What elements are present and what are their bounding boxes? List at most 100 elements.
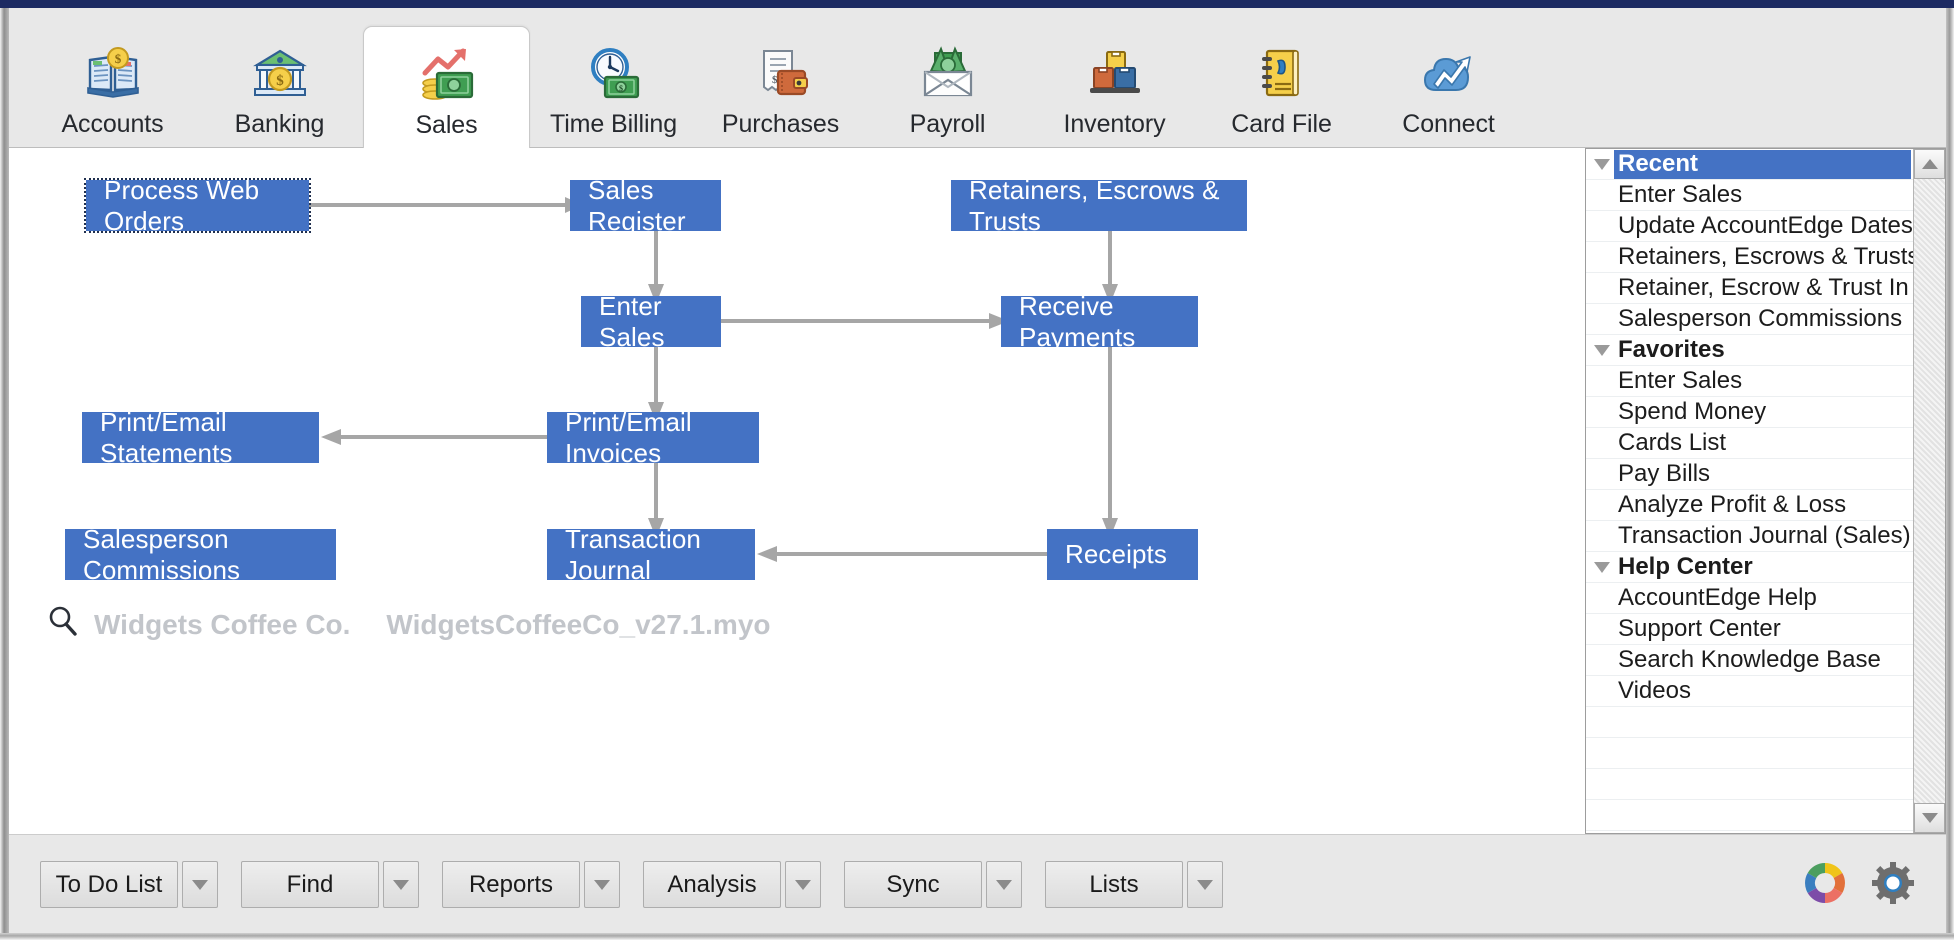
tab-payroll[interactable]: Payroll [864,26,1031,148]
disclosure-triangle-icon[interactable] [1590,149,1614,180]
flow-node-label: Print/Email Statements [100,406,233,468]
scroll-down-arrow-icon[interactable] [1914,803,1945,833]
find-button[interactable]: Find [241,861,379,908]
flow-node-process-web-orders[interactable]: Process Web Orders [84,175,311,236]
tab-accounts[interactable]: $ Accounts [29,26,196,148]
side-list-item[interactable]: Retainer, Escrow & Trust In [1586,273,1913,304]
side-panel-scrollbar[interactable] [1913,149,1945,833]
side-list-item[interactable]: Update AccountEdge Dates [1586,211,1913,242]
arrow-receipts-to-transaction-journal [755,544,1051,564]
analysis-button[interactable]: Analysis [643,861,781,908]
side-list-item-label: Videos [1618,677,1691,704]
side-group-recent[interactable]: Recent [1586,149,1913,180]
svg-text:$: $ [114,51,121,66]
side-group-label: Help Center [1618,553,1753,580]
side-list-item-label: AccountEdge Help [1618,584,1817,611]
side-list-item[interactable]: Retainers, Escrows & Trusts [1586,242,1913,273]
boxes-icon [1084,42,1146,104]
cloud-arrow-icon [1418,42,1480,104]
side-list-item-label: Update AccountEdge Dates [1618,212,1913,239]
side-list-item[interactable]: Salesperson Commissions [1586,304,1913,335]
flow-node-receipts[interactable]: Receipts [1047,529,1198,580]
side-list-item-label: Analyze Profit & Loss [1618,491,1847,518]
side-list-empty-row [1586,800,1913,831]
button-label: Sync [886,870,940,898]
sync-dropdown-arrow-icon[interactable] [986,861,1022,908]
side-list-empty-row [1586,831,1913,833]
tab-time-billing[interactable]: $ Time Billing [530,26,697,148]
svg-text:$: $ [276,73,284,89]
flow-node-print-email-invoices[interactable]: Print/Email Invoices [547,407,759,468]
side-list-item[interactable]: Analyze Profit & Loss [1586,490,1913,521]
clock-money-icon: $ [583,42,645,104]
button-label: Lists [1089,870,1139,898]
disclosure-triangle-icon[interactable] [1590,335,1614,366]
sync-button[interactable]: Sync [844,861,982,908]
recent-favorites-help-panel: Recent Enter Sales Update AccountEdge Date… [1585,148,1946,834]
side-list-item-label: Retainer, Escrow & Trust In [1618,274,1909,301]
analysis-button-group: Analysis [643,861,821,908]
side-list-item-label: Enter Sales [1618,367,1743,394]
gear-settings-icon[interactable] [1870,860,1916,911]
flow-node-print-email-statements[interactable]: Print/Email Statements [82,407,319,468]
analysis-dropdown-arrow-icon[interactable] [785,861,821,908]
tab-label: Accounts [61,110,164,138]
color-wheel-icon[interactable] [1802,860,1848,911]
button-label: To Do List [55,870,163,898]
tab-sales[interactable]: Sales [363,26,530,150]
tab-purchases[interactable]: $ Purchases [697,26,864,148]
side-list-item[interactable]: Pay Bills [1586,459,1913,490]
side-group-favorites[interactable]: Favorites [1586,335,1913,366]
side-list-item-label: Enter Sales [1618,181,1743,208]
tab-label: Sales [415,111,478,139]
window-edge-right [1946,8,1954,940]
lists-dropdown-arrow-icon[interactable] [1187,861,1223,908]
side-list-item[interactable]: Spend Money [1586,397,1913,428]
side-list-item-label: Retainers, Escrows & Trusts [1618,243,1913,270]
disclosure-triangle-icon[interactable] [1590,552,1614,583]
tab-banking[interactable]: $ Banking [196,26,363,148]
address-book-icon [1251,42,1313,104]
flow-node-salesperson-commissions[interactable]: Salesperson Commissions [65,524,336,585]
reports-dropdown-arrow-icon[interactable] [584,861,620,908]
company-file-indicator[interactable]: Widgets Coffee Co. WidgetsCoffeeCo_v27.1… [46,604,771,645]
lists-button-group: Lists [1045,861,1223,908]
flow-node-enter-sales[interactable]: Enter Sales [581,291,721,352]
reports-button[interactable]: Reports [442,861,580,908]
side-list-item[interactable]: Support Center [1586,614,1913,645]
side-list-item-label: Salesperson Commissions [1618,305,1903,332]
arrow-enter-sales-to-receive-payments [721,311,1011,331]
to-do-list-dropdown-arrow-icon[interactable] [182,861,218,908]
flow-node-sales-register[interactable]: Sales Register [570,175,721,236]
side-list-item[interactable]: Search Knowledge Base [1586,645,1913,676]
tab-card-file[interactable]: Card File [1198,26,1365,148]
tab-connect[interactable]: Connect [1365,26,1532,148]
sync-button-group: Sync [844,861,1022,908]
find-dropdown-arrow-icon[interactable] [383,861,419,908]
side-list-item[interactable]: Transaction Journal (Sales) [1586,521,1913,552]
svg-text:$: $ [619,84,623,93]
money-envelope-icon [917,42,979,104]
scroll-up-arrow-icon[interactable] [1914,149,1945,179]
side-list-item[interactable]: Cards List [1586,428,1913,459]
tab-inventory[interactable]: Inventory [1031,26,1198,148]
flow-node-transaction-journal[interactable]: Transaction Journal [547,524,755,585]
flow-node-receive-payments[interactable]: Receive Payments [1001,291,1198,352]
flow-node-label: Receive Payments [1019,290,1136,352]
to-do-list-button[interactable]: To Do List [40,861,178,908]
tab-label: Inventory [1063,110,1166,138]
button-label: Reports [468,870,554,898]
company-file-name: WidgetsCoffeeCo_v27.1.myo [386,608,771,640]
side-list-item[interactable]: Videos [1586,676,1913,707]
tab-label: Purchases [721,110,840,138]
tab-label: Banking [234,110,325,138]
side-list-item[interactable]: Enter Sales [1586,180,1913,211]
flow-node-retainers-escrows-trusts[interactable]: Retainers, Escrows & Trusts [951,175,1247,236]
flow-node-label: Print/Email Invoices [565,406,692,468]
arrow-web-orders-to-sales-register [309,195,589,215]
lists-button[interactable]: Lists [1045,861,1183,908]
side-list[interactable]: Recent Enter Sales Update AccountEdge Date… [1586,149,1913,833]
side-list-item[interactable]: Enter Sales [1586,366,1913,397]
side-group-help-center[interactable]: Help Center [1586,552,1913,583]
side-list-item[interactable]: AccountEdge Help [1586,583,1913,614]
